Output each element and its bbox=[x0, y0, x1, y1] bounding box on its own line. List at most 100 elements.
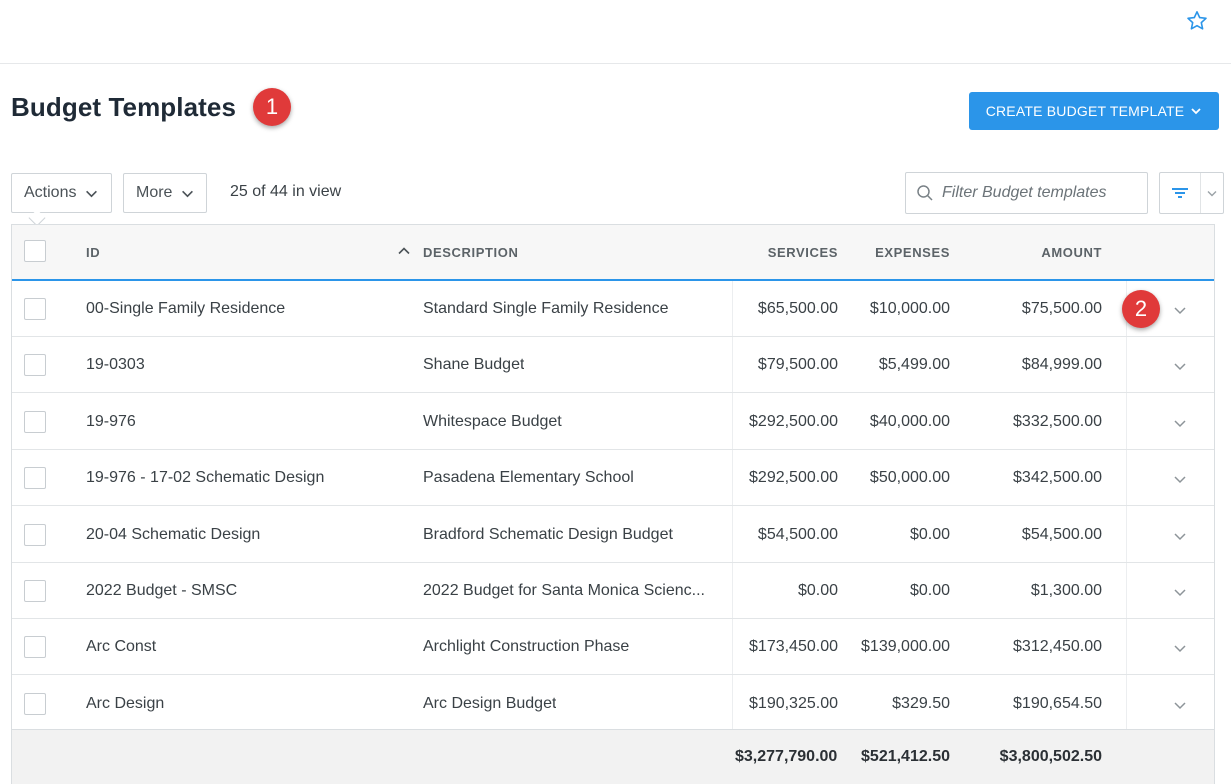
row-description: Arc Design Budget bbox=[423, 694, 557, 712]
row-checkbox[interactable] bbox=[24, 523, 46, 546]
chevron-down-icon bbox=[1207, 191, 1217, 197]
row-amount: $190,654.50 bbox=[1013, 694, 1102, 712]
select-all-checkbox[interactable] bbox=[24, 240, 46, 262]
row-expenses: $0.00 bbox=[909, 582, 950, 599]
chevron-down-icon[interactable] bbox=[1172, 640, 1188, 656]
filter-search-box[interactable] bbox=[905, 172, 1148, 214]
chevron-down-icon[interactable] bbox=[1172, 528, 1188, 544]
row-expenses: $329.50 bbox=[892, 694, 950, 712]
row-amount: $75,500.00 bbox=[1021, 300, 1102, 317]
total-amount: $3,800,502.50 bbox=[999, 748, 1102, 765]
actions-label: Actions bbox=[24, 184, 77, 201]
row-services: $190,325.00 bbox=[749, 694, 838, 712]
budget-templates-table: ID DESCRIPTION SERVICES EXPENSES AMOUNT … bbox=[11, 224, 1215, 784]
row-services: $292,500.00 bbox=[749, 469, 838, 487]
view-count: 25 of 44 in view bbox=[230, 183, 342, 200]
table-header: ID DESCRIPTION SERVICES EXPENSES AMOUNT bbox=[12, 225, 1214, 281]
actions-dropdown[interactable]: Actions bbox=[11, 173, 112, 213]
total-expenses: $521,412.50 bbox=[861, 748, 950, 765]
chevron-down-icon bbox=[86, 190, 98, 197]
row-description: Shane Budget bbox=[423, 356, 525, 374]
row-expenses: $50,000.00 bbox=[869, 469, 950, 487]
column-header-expenses[interactable]: EXPENSES bbox=[875, 245, 950, 260]
row-amount: $312,450.00 bbox=[1013, 638, 1102, 656]
table-row[interactable]: Arc Design Arc Design Budget $190,325.00 $3… bbox=[12, 676, 1214, 732]
row-description: Archlight Construction Phase bbox=[423, 638, 630, 656]
filter-dropdown-button[interactable] bbox=[1201, 173, 1223, 213]
chevron-down-icon[interactable] bbox=[1172, 471, 1188, 487]
row-amount: $54,500.00 bbox=[1021, 525, 1102, 543]
row-description: Whitespace Budget bbox=[423, 412, 562, 430]
table-row[interactable]: 19-976 Whitespace Budget $292,500.00 $40,00… bbox=[12, 394, 1214, 450]
row-expenses: $139,000.00 bbox=[861, 638, 950, 656]
row-expenses: $40,000.00 bbox=[869, 412, 950, 430]
row-id[interactable]: 19-976 bbox=[86, 413, 136, 431]
column-header-services[interactable]: SERVICES bbox=[768, 245, 838, 260]
total-services: $3,277,790.00 bbox=[735, 748, 838, 765]
row-description: 2022 Budget for Santa Monica Scienc... bbox=[423, 582, 705, 599]
table-row[interactable]: 19-976 - 17-02 Schematic Design Pasadena … bbox=[12, 450, 1214, 507]
row-id[interactable]: 19-976 - 17-02 Schematic Design bbox=[86, 469, 324, 487]
star-outline-icon[interactable] bbox=[1185, 9, 1209, 33]
more-dropdown[interactable]: More bbox=[123, 173, 207, 213]
search-icon bbox=[917, 185, 933, 201]
row-checkbox[interactable] bbox=[24, 410, 46, 433]
chevron-down-icon bbox=[182, 190, 194, 197]
chevron-down-icon[interactable] bbox=[1172, 584, 1188, 600]
column-header-description[interactable]: DESCRIPTION bbox=[423, 245, 518, 260]
row-id[interactable]: 00-Single Family Residence bbox=[86, 300, 285, 318]
row-services: $0.00 bbox=[797, 582, 838, 599]
table-row[interactable]: Arc Const Archlight Construction Phase $17… bbox=[12, 619, 1214, 676]
sort-ascending-icon[interactable] bbox=[397, 244, 411, 258]
row-checkbox[interactable] bbox=[24, 467, 46, 490]
table-row[interactable]: 2022 Budget - SMSC 2022 Budget for Santa … bbox=[12, 563, 1214, 619]
row-checkbox[interactable] bbox=[24, 636, 46, 659]
row-services: $173,450.00 bbox=[749, 638, 838, 656]
row-amount: $84,999.00 bbox=[1021, 356, 1102, 374]
row-checkbox[interactable] bbox=[24, 692, 46, 715]
row-checkbox[interactable] bbox=[24, 580, 46, 602]
row-services: $79,500.00 bbox=[757, 356, 838, 374]
row-expenses: $0.00 bbox=[909, 525, 950, 543]
row-checkbox[interactable] bbox=[24, 298, 46, 320]
table-row[interactable]: 00-Single Family Residence Standard Singl… bbox=[12, 281, 1214, 337]
row-id[interactable]: 19-0303 bbox=[86, 356, 145, 374]
row-description: Standard Single Family Residence bbox=[423, 300, 669, 317]
table-totals-row: $3,277,790.00 $521,412.50 $3,800,502.50 bbox=[12, 729, 1214, 784]
filter-options bbox=[1159, 172, 1224, 214]
chevron-down-icon[interactable] bbox=[1172, 415, 1188, 431]
row-id[interactable]: Arc Const bbox=[86, 638, 156, 656]
more-label: More bbox=[136, 184, 173, 201]
row-amount: $1,300.00 bbox=[1030, 582, 1102, 599]
row-services: $54,500.00 bbox=[757, 525, 838, 543]
row-checkbox[interactable] bbox=[24, 354, 46, 377]
row-amount: $342,500.00 bbox=[1013, 469, 1102, 487]
row-services: $292,500.00 bbox=[749, 412, 838, 430]
row-description: Pasadena Elementary School bbox=[423, 469, 634, 487]
callout-badge-2: 2 bbox=[1122, 290, 1160, 328]
table-row[interactable]: 19-0303 Shane Budget $79,500.00 $5,499.00 $8… bbox=[12, 337, 1214, 394]
chevron-down-icon[interactable] bbox=[1172, 697, 1188, 713]
row-expenses: $5,499.00 bbox=[878, 356, 950, 374]
callout-badge-1: 1 bbox=[253, 88, 291, 126]
column-header-amount[interactable]: AMOUNT bbox=[1041, 245, 1102, 260]
filter-input[interactable] bbox=[942, 184, 1132, 202]
chevron-down-icon bbox=[1191, 108, 1201, 115]
create-button-label: CREATE BUDGET TEMPLATE bbox=[985, 103, 1185, 119]
filter-lines-icon bbox=[1172, 188, 1189, 198]
row-amount: $332,500.00 bbox=[1013, 412, 1102, 430]
create-budget-template-button[interactable]: CREATE BUDGET TEMPLATE bbox=[969, 92, 1219, 130]
row-id[interactable]: Arc Design bbox=[86, 695, 164, 713]
chevron-down-icon[interactable] bbox=[1172, 302, 1188, 318]
row-services: $65,500.00 bbox=[757, 300, 838, 317]
row-id[interactable]: 2022 Budget - SMSC bbox=[86, 582, 237, 600]
row-expenses: $10,000.00 bbox=[869, 300, 950, 317]
page-title: Budget Templates bbox=[11, 92, 237, 122]
row-description: Bradford Schematic Design Budget bbox=[423, 525, 673, 543]
filter-button[interactable] bbox=[1160, 173, 1202, 213]
table-row[interactable]: 20-04 Schematic Design Bradford Schematic… bbox=[12, 507, 1214, 563]
chevron-down-icon[interactable] bbox=[1172, 358, 1188, 374]
row-id[interactable]: 20-04 Schematic Design bbox=[86, 526, 260, 544]
top-bar bbox=[0, 0, 1231, 64]
column-header-id[interactable]: ID bbox=[86, 245, 100, 260]
